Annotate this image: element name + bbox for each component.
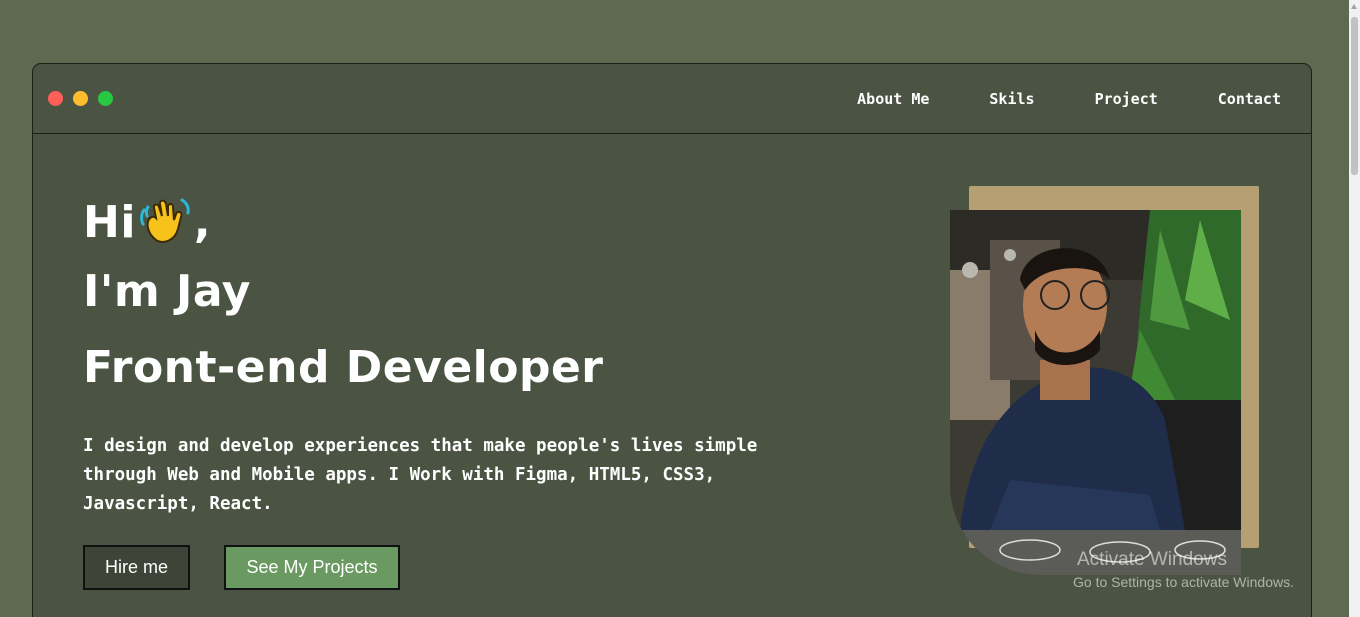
- name-heading: I'm Jay: [83, 266, 251, 317]
- minimize-window-dot[interactable]: [73, 91, 88, 106]
- activate-windows-subtitle: Go to Settings to activate Windows.: [1073, 574, 1294, 590]
- nav-about-me[interactable]: About Me: [857, 90, 929, 108]
- window-titlebar: About Me Skils Project Contact: [33, 64, 1311, 134]
- role-heading: Front-end Developer: [83, 342, 604, 393]
- nav-skills[interactable]: Skils: [989, 90, 1034, 108]
- hire-me-button[interactable]: Hire me: [83, 545, 190, 590]
- activate-windows-title: Activate Windows: [1077, 549, 1227, 570]
- scroll-up-arrow-icon[interactable]: [1351, 4, 1357, 9]
- top-navigation: About Me Skils Project Contact: [857, 90, 1281, 108]
- maximize-window-dot[interactable]: [98, 91, 113, 106]
- greeting-comma: ,: [193, 197, 212, 248]
- profile-photo: [950, 210, 1241, 575]
- greeting-heading: Hi ,: [83, 194, 211, 256]
- see-projects-button[interactable]: See My Projects: [224, 545, 400, 590]
- greeting-text: Hi: [83, 197, 136, 248]
- close-window-dot[interactable]: [48, 91, 63, 106]
- profile-photo-section: [950, 186, 1261, 576]
- nav-project[interactable]: Project: [1095, 90, 1158, 108]
- page-scrollbar[interactable]: [1349, 0, 1360, 617]
- hero-description: I design and develop experiences that ma…: [83, 436, 758, 514]
- nav-contact[interactable]: Contact: [1218, 90, 1281, 108]
- waving-hand-icon: [138, 194, 192, 256]
- scrollbar-thumb[interactable]: [1351, 17, 1358, 175]
- browser-window-frame: About Me Skils Project Contact Hi , I'm …: [32, 63, 1312, 617]
